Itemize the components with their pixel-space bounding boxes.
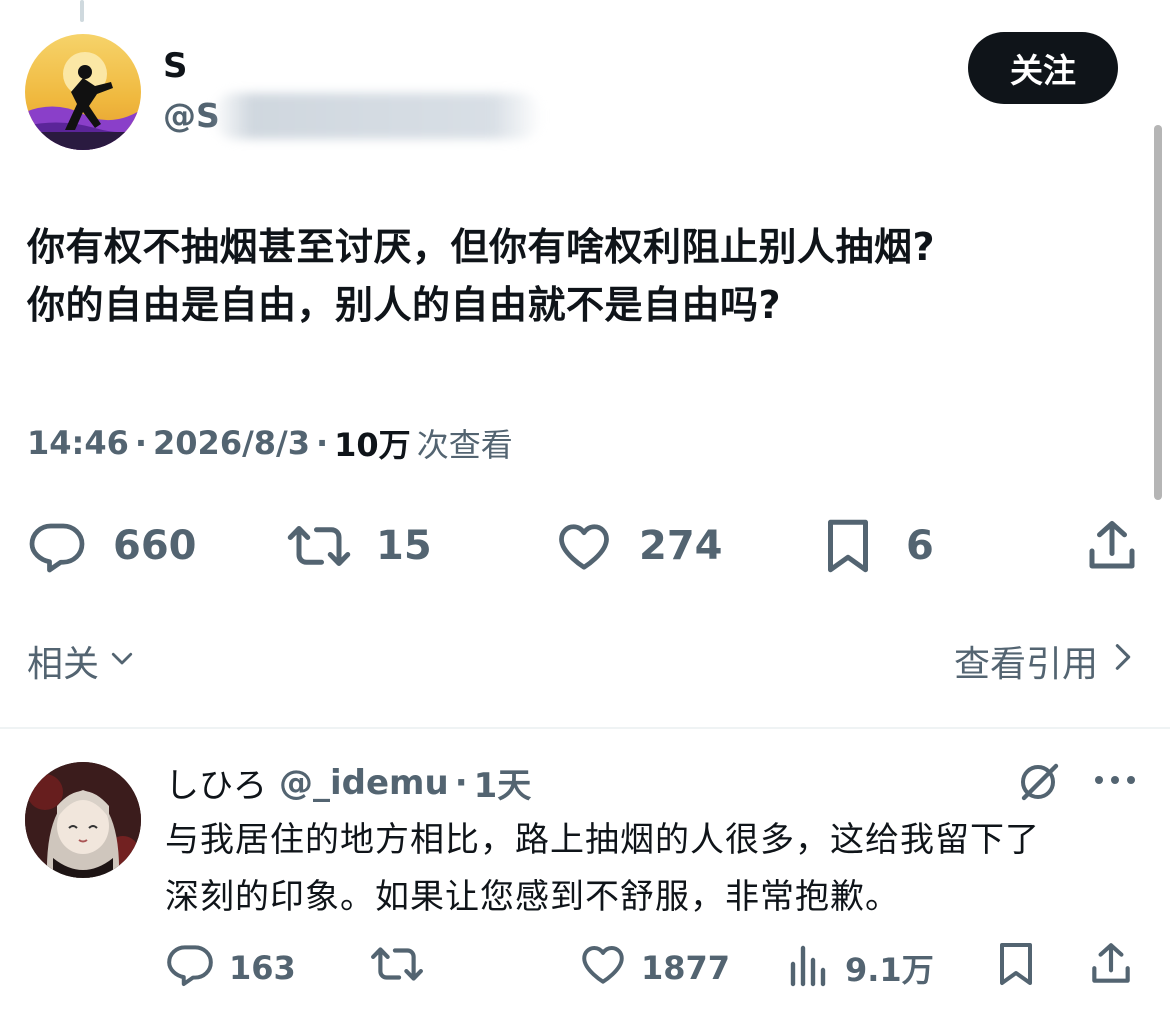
thread-line (80, 0, 84, 22)
retweet-icon (370, 939, 424, 997)
share-button[interactable] (1084, 516, 1140, 576)
tweet-date[interactable]: 2026/8/3 (153, 424, 310, 462)
author-avatar[interactable] (25, 34, 141, 150)
tweet-text: 你有权不抽烟甚至讨厌，但你有啥权利阻止别人抽烟? 你的自由是自由，别人的自由就不… (27, 218, 1137, 334)
bookmark-count: 6 (906, 523, 934, 569)
chevron-down-icon (107, 641, 137, 682)
bookmark-button[interactable]: 6 (820, 516, 934, 576)
meta-separator: · (134, 424, 148, 462)
reply-time[interactable]: 1天 (474, 758, 532, 807)
reply-like-count: 1877 (641, 949, 731, 987)
reply-views-count: 9.1万 (845, 951, 934, 989)
grok-icon[interactable] (1016, 758, 1064, 810)
bookmark-icon (994, 939, 1038, 997)
scrollbar[interactable] (1154, 125, 1162, 500)
retweet-button[interactable]: 15 (286, 516, 432, 576)
reply-display-name[interactable]: しひろ (165, 758, 267, 807)
reply-actions: 163 1877 9.1万 (0, 935, 1170, 995)
reply-author-avatar[interactable] (25, 762, 141, 878)
reply-like-button[interactable]: 1877 (577, 939, 730, 997)
reply-reply-count: 163 (229, 949, 296, 987)
reply-retweet-button[interactable] (370, 939, 424, 997)
tweet-text-line: 你有权不抽烟甚至讨厌，但你有啥权利阻止别人抽烟? (27, 225, 936, 269)
more-icon[interactable] (1093, 772, 1137, 792)
reply-text-line: 与我居住的地方相比，路上抽烟的人很多，这给我留下了 (165, 820, 1040, 860)
reply-text: 与我居住的地方相比，路上抽烟的人很多，这给我留下了 深刻的印象。如果让您感到不舒… (165, 812, 1155, 926)
reply-icon (165, 939, 215, 997)
like-button[interactable]: 274 (553, 516, 723, 576)
retweet-icon (286, 516, 352, 576)
share-icon (1084, 516, 1140, 576)
reply-reply-button[interactable]: 163 (165, 939, 296, 997)
follow-button[interactable]: 关注 (968, 32, 1118, 104)
share-icon (1088, 939, 1134, 997)
related-label: 相关 (27, 644, 100, 685)
handle-redaction-blur (212, 93, 542, 139)
reply-count: 660 (113, 523, 197, 569)
bookmark-icon (820, 516, 876, 576)
reply-icon (27, 516, 87, 576)
reply-share-button[interactable] (1088, 939, 1134, 997)
reply-text-line: 深刻的印象。如果让您感到不舒服，非常抱歉。 (165, 877, 900, 917)
tweet-text-line: 你的自由是自由，别人的自由就不是自由吗? (27, 283, 782, 327)
like-icon (553, 516, 615, 576)
tweet-meta: 14:46 · 2026/8/3 · 10万 次查看 (27, 420, 513, 466)
tweet-actions: 660 15 274 6 (0, 510, 1170, 580)
views-count[interactable]: 10万 (334, 420, 411, 466)
like-count: 274 (639, 523, 723, 569)
reply-button[interactable]: 660 (27, 516, 197, 576)
reply-separator: · (454, 762, 468, 803)
tweet-time[interactable]: 14:46 (27, 424, 129, 462)
chevron-right-icon (1112, 640, 1134, 683)
author-display-name[interactable]: S (163, 46, 188, 86)
avatar-image (25, 34, 141, 150)
view-quotes-link[interactable]: 查看引用 (954, 635, 1134, 687)
meta-separator: · (315, 424, 329, 462)
reply-handle[interactable]: @_idemu (279, 763, 449, 803)
reply-avatar-image (25, 762, 141, 878)
section-divider (0, 727, 1170, 729)
views-icon (787, 939, 831, 997)
reply-header: しひろ @_idemu · 1天 (165, 758, 531, 807)
related-dropdown[interactable]: 相关 (27, 635, 137, 687)
reply-views-button[interactable]: 9.1万 (787, 939, 934, 997)
reply-bookmark-button[interactable] (994, 939, 1038, 997)
retweet-count: 15 (376, 523, 432, 569)
view-quotes-label: 查看引用 (953, 644, 1098, 685)
like-icon (577, 939, 629, 997)
views-label[interactable]: 次查看 (417, 420, 513, 466)
